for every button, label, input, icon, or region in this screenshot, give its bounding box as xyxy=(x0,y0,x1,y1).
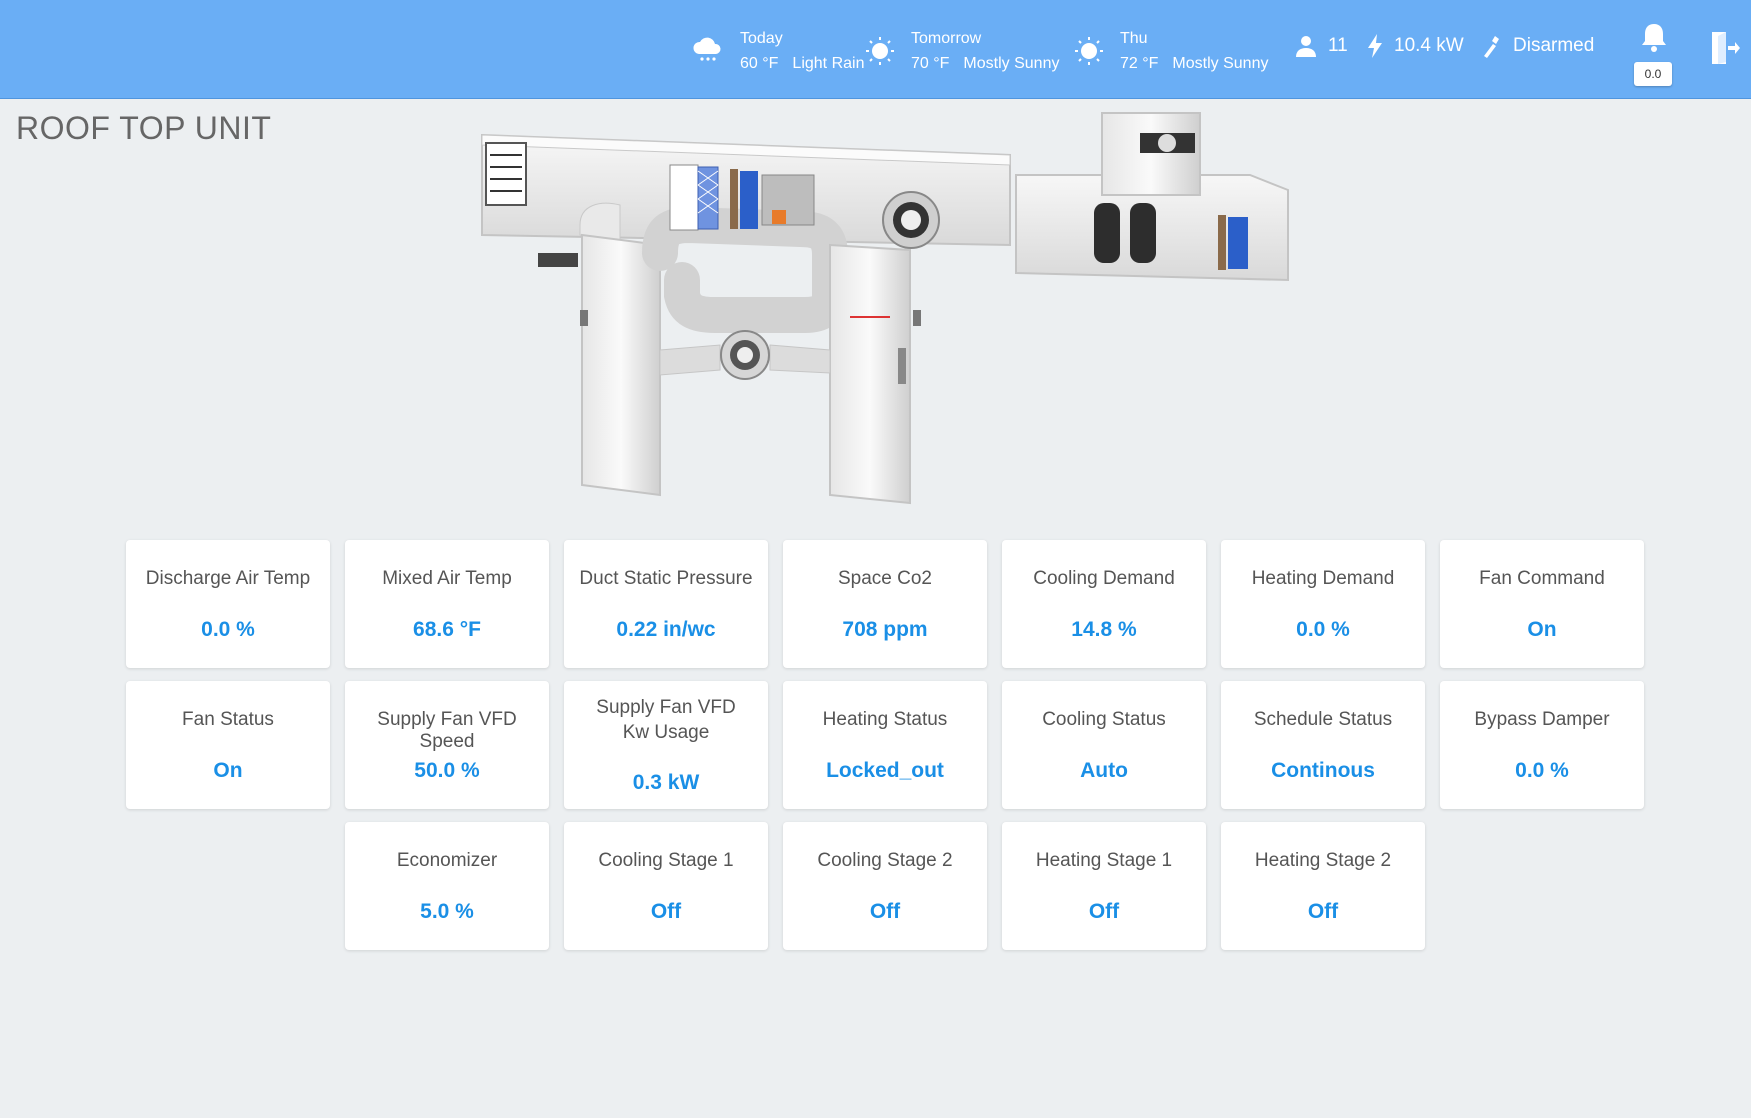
top-bar: Today 60 °F Light Rain Tomorrow 70 °F Most… xyxy=(0,0,1751,99)
card-heating-status[interactable]: Heating Status Locked_out xyxy=(783,681,987,809)
weather-tomorrow: Tomorrow 70 °F Mostly Sunny xyxy=(911,26,1073,76)
card-value: 14.8 % xyxy=(1071,618,1137,641)
logout-icon[interactable] xyxy=(1710,30,1740,66)
weather-temp: 70 °F xyxy=(911,55,950,72)
card-title: Cooling Demand xyxy=(1033,568,1175,589)
card-title: Supply Fan VFD Kw Usage xyxy=(596,697,736,743)
card-cooling-status[interactable]: Cooling Status Auto xyxy=(1002,681,1206,809)
occupants-indicator[interactable]: 11 xyxy=(1294,34,1348,58)
occupants-count: 11 xyxy=(1328,35,1348,56)
card-title: Discharge Air Temp xyxy=(145,568,311,589)
power-value: 10.4 kW xyxy=(1394,35,1464,56)
card-value: Off xyxy=(869,900,901,923)
weather-condition: Light Rain xyxy=(792,55,865,72)
card-value: Locked_out xyxy=(826,759,944,782)
card-title: Bypass Damper xyxy=(1474,709,1610,730)
card-value: Off xyxy=(650,900,682,923)
card-value: Auto xyxy=(1080,759,1128,782)
card-title: Duct Static Pressure xyxy=(579,568,753,589)
card-heating-stage-2[interactable]: Heating Stage 2 Off xyxy=(1221,822,1425,950)
rain-cloud-icon xyxy=(693,37,721,61)
user-icon xyxy=(1296,36,1316,57)
card-title: Supply Fan VFD Speed xyxy=(377,709,517,752)
card-discharge-air-temp[interactable]: Discharge Air Temp 0.0 % xyxy=(126,540,330,668)
card-title: Space Co2 xyxy=(837,568,932,589)
card-duct-static-pressure[interactable]: Duct Static Pressure 0.22 in/wc xyxy=(564,540,768,668)
card-value: 0.3 kW xyxy=(632,771,700,794)
card-cooling-stage-1[interactable]: Cooling Stage 1 Off xyxy=(564,822,768,950)
security-status: Disarmed xyxy=(1513,35,1595,56)
power-indicator[interactable]: 10.4 kW xyxy=(1366,34,1464,58)
bell-icon xyxy=(1642,24,1666,52)
card-title: Economizer xyxy=(396,850,498,871)
card-heating-demand[interactable]: Heating Demand 0.0 % xyxy=(1221,540,1425,668)
card-mixed-air-temp[interactable]: Mixed Air Temp 68.6 °F xyxy=(345,540,549,668)
card-supply-fan-vfd-kw-usage[interactable]: Supply Fan VFD Kw Usage 0.3 kW xyxy=(564,681,768,809)
weather-thu: Thu 72 °F Mostly Sunny xyxy=(1120,26,1282,76)
card-value: On xyxy=(1527,618,1557,641)
sun-icon xyxy=(1075,37,1103,65)
weather-day: Today xyxy=(740,30,783,47)
card-value: 0.0 % xyxy=(1296,618,1350,641)
card-title: Heating Demand xyxy=(1251,568,1395,589)
alerts-badge: 0.0 xyxy=(1634,62,1672,86)
card-title: Mixed Air Temp xyxy=(382,568,512,589)
card-value: Off xyxy=(1307,900,1339,923)
weather-day: Tomorrow xyxy=(911,30,982,47)
card-value: 68.6 °F xyxy=(413,618,481,641)
card-title: Heating Stage 2 xyxy=(1254,850,1392,871)
alerts-button[interactable] xyxy=(1634,22,1674,59)
card-value: Off xyxy=(1088,900,1120,923)
card-title: Heating Status xyxy=(822,709,948,730)
weather-temp: 60 °F xyxy=(740,55,779,72)
sun-icon xyxy=(866,37,894,65)
card-economizer[interactable]: Economizer 5.0 % xyxy=(345,822,549,950)
card-value: 50.0 % xyxy=(414,759,480,782)
card-value: 0.0 % xyxy=(1515,759,1569,782)
card-supply-fan-vfd-speed[interactable]: Supply Fan VFD Speed 50.0 % xyxy=(345,681,549,809)
card-value: 708 ppm xyxy=(842,618,928,641)
weather-condition: Mostly Sunny xyxy=(1172,55,1269,72)
card-cooling-stage-2[interactable]: Cooling Stage 2 Off xyxy=(783,822,987,950)
card-space-co2[interactable]: Space Co2 708 ppm xyxy=(783,540,987,668)
card-value: On xyxy=(213,759,243,782)
security-wand-icon xyxy=(1484,36,1499,58)
card-bypass-damper[interactable]: Bypass Damper 0.0 % xyxy=(1440,681,1644,809)
card-title: Schedule Status xyxy=(1253,709,1393,730)
card-value: 5.0 % xyxy=(420,900,474,923)
card-title: Cooling Status xyxy=(1042,709,1166,730)
card-cooling-demand[interactable]: Cooling Demand 14.8 % xyxy=(1002,540,1206,668)
weather-condition: Mostly Sunny xyxy=(963,55,1060,72)
lightning-icon xyxy=(1368,34,1382,58)
card-fan-status[interactable]: Fan Status On xyxy=(126,681,330,809)
weather-today: Today 60 °F Light Rain xyxy=(740,26,878,76)
card-title: Cooling Stage 1 xyxy=(598,850,734,871)
card-title: Heating Stage 1 xyxy=(1035,850,1173,871)
weather-temp: 72 °F xyxy=(1120,55,1159,72)
card-heating-stage-1[interactable]: Heating Stage 1 Off xyxy=(1002,822,1206,950)
card-title: Fan Status xyxy=(182,709,274,730)
card-value: 0.0 % xyxy=(201,618,255,641)
card-title: Fan Command xyxy=(1479,568,1605,589)
card-fan-command[interactable]: Fan Command On xyxy=(1440,540,1644,668)
weather-day: Thu xyxy=(1120,30,1148,47)
security-indicator[interactable]: Disarmed xyxy=(1481,34,1594,58)
card-value: Continous xyxy=(1271,759,1375,782)
page-title: ROOF TOP UNIT xyxy=(16,110,272,146)
card-schedule-status[interactable]: Schedule Status Continous xyxy=(1221,681,1425,809)
card-value: 0.22 in/wc xyxy=(616,618,716,641)
card-title: Cooling Stage 2 xyxy=(817,850,953,871)
rooftop-unit-diagram xyxy=(481,112,1289,505)
